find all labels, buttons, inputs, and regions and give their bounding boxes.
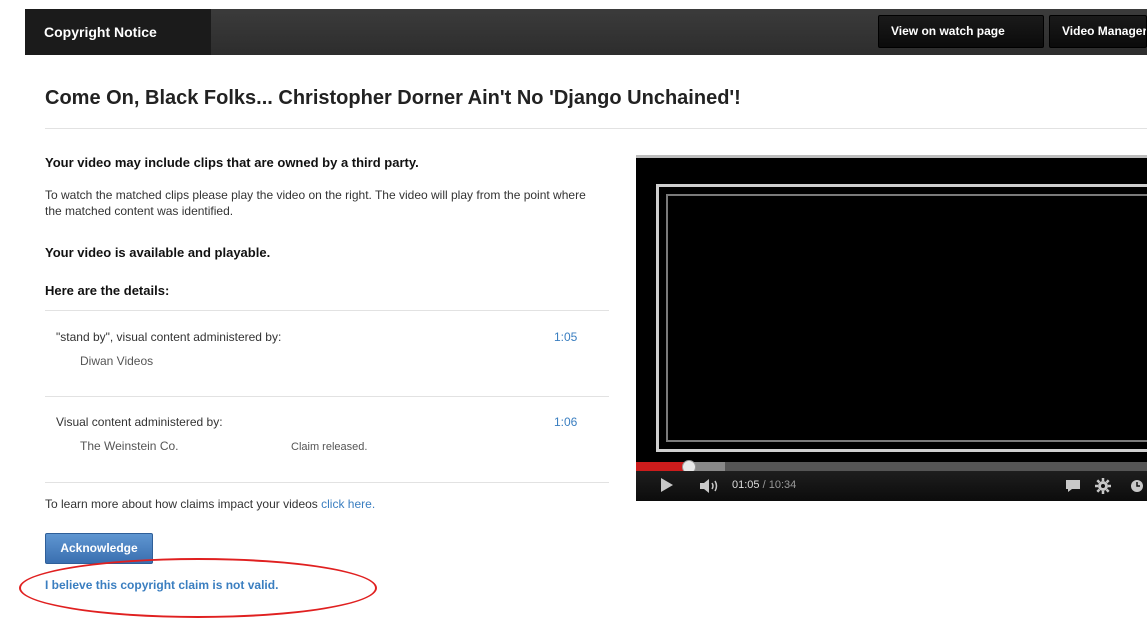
video-frame-border bbox=[656, 184, 1147, 452]
learn-more-text: To learn more about how claims impact yo… bbox=[45, 496, 605, 512]
progress-bar[interactable] bbox=[636, 460, 1147, 474]
view-on-watch-page-button[interactable]: View on watch page bbox=[878, 15, 1044, 48]
play-icon[interactable] bbox=[660, 477, 674, 496]
video-player[interactable]: 01:05 / 10:34 bbox=[636, 155, 1147, 501]
page-title: Come On, Black Folks... Christopher Dorn… bbox=[45, 87, 741, 109]
video-screen[interactable] bbox=[636, 155, 1147, 462]
claim-divider bbox=[45, 396, 609, 397]
claim-released-note: Claim released. bbox=[291, 441, 368, 453]
gear-icon[interactable] bbox=[1095, 478, 1111, 497]
video-frame-inner-border bbox=[666, 194, 1147, 442]
learn-more-label: To learn more about how claims impact yo… bbox=[45, 497, 318, 511]
claim-title: Visual content administered by: bbox=[56, 415, 223, 429]
notice-description: To watch the matched clips please play t… bbox=[45, 188, 586, 218]
claim-owner: The Weinstein Co. bbox=[80, 439, 179, 453]
third-party-heading: Your video may include clips that are ow… bbox=[45, 155, 419, 170]
captions-icon[interactable] bbox=[1065, 479, 1081, 496]
claim-title: "stand by", visual content administered … bbox=[56, 330, 282, 344]
details-heading: Here are the details: bbox=[45, 283, 170, 298]
claim-timestamp-link[interactable]: 1:05 bbox=[554, 330, 577, 344]
claim-owner: Diwan Videos bbox=[80, 354, 154, 368]
clock-icon[interactable] bbox=[1130, 479, 1144, 496]
current-time: 01:05 bbox=[732, 479, 760, 491]
tab-copyright-notice[interactable]: Copyright Notice bbox=[25, 9, 211, 55]
video-status: Your video is available and playable. bbox=[45, 245, 271, 260]
claims-bottom-divider bbox=[45, 482, 609, 483]
claim-timestamp-link[interactable]: 1:06 bbox=[554, 415, 577, 429]
time-display: 01:05 / 10:34 bbox=[732, 479, 796, 491]
click-here-link[interactable]: click here. bbox=[321, 497, 375, 511]
player-controls: 01:05 / 10:34 bbox=[636, 471, 1147, 501]
title-divider bbox=[45, 128, 1147, 129]
duration: / 10:34 bbox=[762, 479, 797, 491]
volume-icon[interactable] bbox=[699, 478, 721, 497]
top-bar: Copyright Notice View on watch page Vide… bbox=[25, 9, 1147, 55]
details-divider bbox=[45, 310, 609, 311]
video-manager-button[interactable]: Video Manager bbox=[1049, 15, 1147, 48]
red-annotation-ellipse bbox=[19, 558, 377, 618]
